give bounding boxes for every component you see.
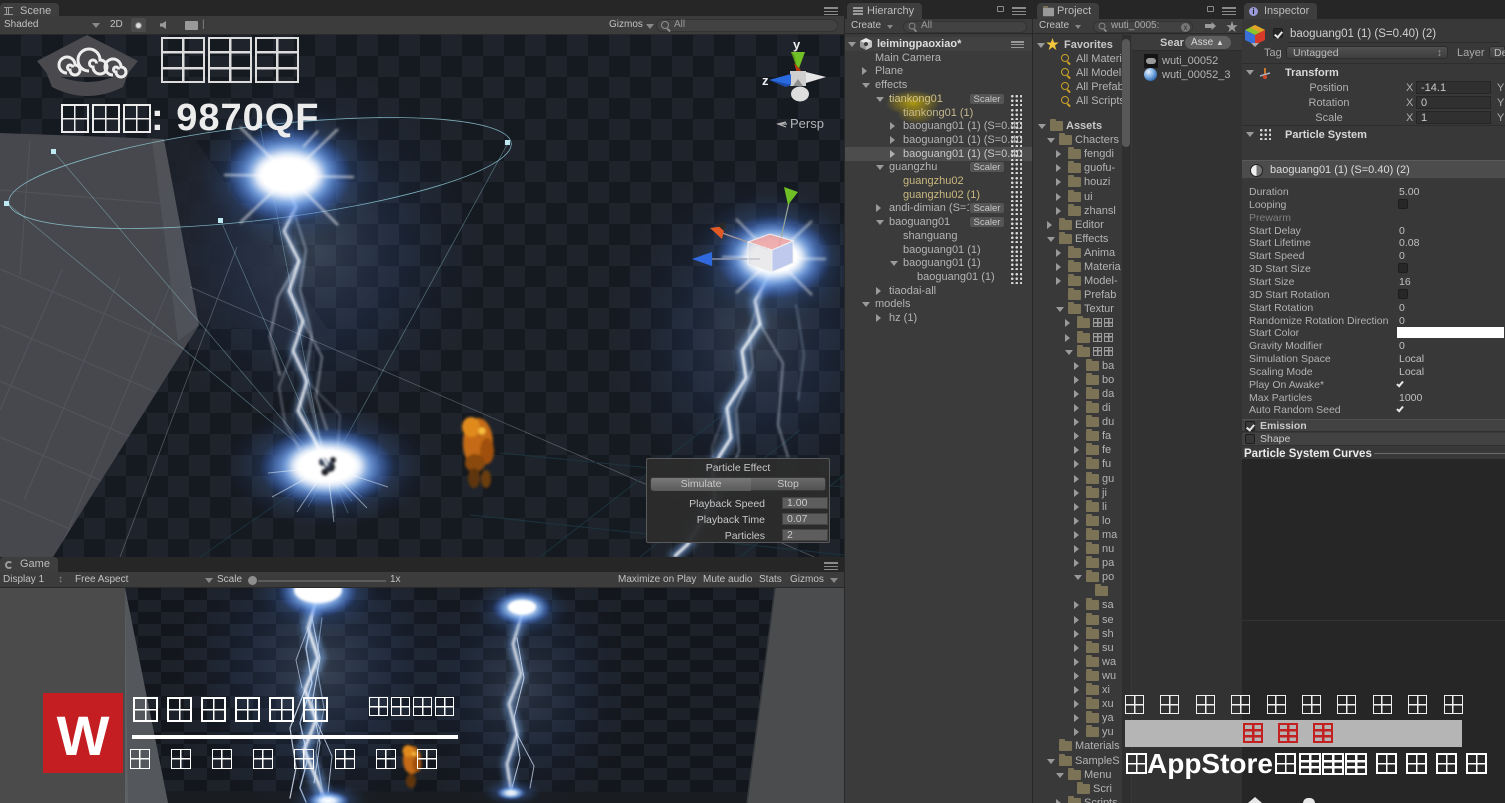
svg-text:z: z xyxy=(762,73,769,88)
svg-text:Persp: Persp xyxy=(790,116,824,131)
svg-text:y: y xyxy=(793,37,801,52)
svg-text:W: W xyxy=(57,704,110,767)
